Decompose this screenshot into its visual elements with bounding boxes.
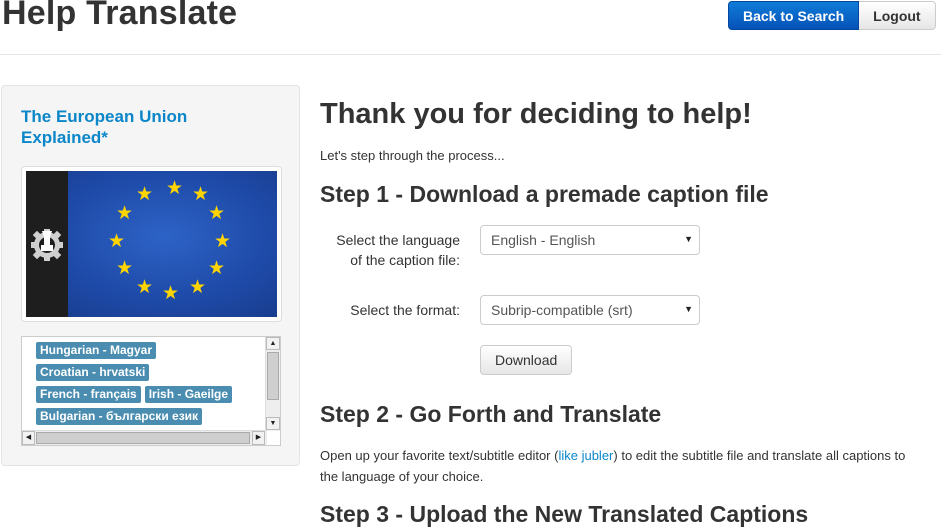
step2-instructions: Open up your favorite text/subtitle edit… [320, 445, 910, 487]
dropdown-caret-icon: ▼ [684, 234, 693, 244]
caption-format-value: Subrip-compatible (srt) [491, 302, 633, 318]
back-to-search-button[interactable]: Back to Search [728, 1, 860, 30]
caption-format-select[interactable]: Subrip-compatible (srt) ▼ [480, 295, 700, 325]
language-tag-list: Hungarian - Magyar Croatian - hrvatski F… [36, 341, 261, 429]
main-content: Thank you for deciding to help! Let's st… [320, 95, 920, 527]
scroll-left-icon[interactable]: ◀ [22, 431, 35, 445]
scroll-down-icon[interactable]: ▼ [266, 417, 280, 430]
language-select-label: Select the language of the caption file: [320, 230, 460, 270]
language-tag[interactable]: French - français [36, 386, 141, 403]
language-list-box[interactable]: Hungarian - Magyar Croatian - hrvatski F… [21, 336, 281, 446]
language-tag[interactable]: Hungarian - Magyar [36, 342, 157, 359]
language-tag[interactable]: Croatian - hrvatski [36, 364, 150, 381]
header-button-group: Back to Search Logout [728, 1, 936, 30]
scroll-right-icon[interactable]: ▶ [252, 431, 265, 445]
format-select-label: Select the format: [350, 302, 460, 318]
flag-star-icon: ★ [214, 231, 232, 252]
logout-button[interactable]: Logout [859, 1, 936, 30]
step3-heading: Step 3 - Upload the New Translated Capti… [320, 501, 809, 527]
jubler-link[interactable]: like jubler [558, 448, 613, 463]
video-title-link[interactable]: The European Union Explained* [21, 106, 271, 148]
caption-language-select[interactable]: English - English ▼ [480, 225, 700, 255]
video-thumbnail-frame[interactable]: ★ ★ ★ ★ ★ ★ ★ ★ ★ ★ ★ ★ [21, 166, 282, 322]
flag-star-icon: ★ [116, 203, 134, 224]
language-label-line1: Select the language [336, 232, 460, 248]
flag-star-icon: ★ [108, 231, 126, 252]
language-tag[interactable]: Bulgarian - български език [36, 408, 203, 425]
scroll-up-icon[interactable]: ▲ [266, 337, 280, 350]
video-sidebar: The European Union Explained* ★ ★ ★ ★ ★ … [1, 85, 300, 466]
flag-star-icon: ★ [189, 277, 207, 298]
gear-icon [31, 229, 63, 261]
step2-heading: Step 2 - Go Forth and Translate [320, 401, 662, 427]
flag-star-icon: ★ [136, 277, 154, 298]
download-button[interactable]: Download [480, 345, 573, 375]
step1-heading: Step 1 - Download a premade caption file [320, 181, 769, 207]
step2-text-before: Open up your favorite text/subtitle edit… [320, 448, 559, 463]
dropdown-caret-icon: ▼ [684, 304, 693, 314]
language-label-line2: of the caption file: [350, 252, 460, 268]
vertical-scroll-thumb[interactable] [267, 352, 279, 400]
flag-star-icon: ★ [166, 178, 184, 199]
flag-star-icon: ★ [162, 283, 180, 304]
flag-star-icon: ★ [208, 203, 226, 224]
flag-star-icon: ★ [208, 258, 226, 279]
horizontal-scroll-thumb[interactable] [36, 432, 250, 444]
caption-language-value: English - English [491, 232, 596, 248]
vertical-scrollbar[interactable]: ▲ ▼ [265, 337, 280, 431]
horizontal-scrollbar[interactable]: ◀ ▶ [22, 430, 267, 445]
flag-star-icon: ★ [116, 258, 134, 279]
video-thumbnail[interactable]: ★ ★ ★ ★ ★ ★ ★ ★ ★ ★ ★ ★ [26, 171, 277, 317]
page-title: Help Translate [2, 0, 238, 32]
language-tag[interactable]: Irish - Gaeilge [144, 386, 233, 403]
flag-star-icon: ★ [136, 184, 154, 205]
page-header: Help Translate Back to Search Logout [0, 0, 941, 55]
main-heading: Thank you for deciding to help! [320, 98, 752, 130]
flag-star-icon: ★ [192, 184, 210, 205]
intro-text: Let's step through the process... [320, 148, 505, 163]
